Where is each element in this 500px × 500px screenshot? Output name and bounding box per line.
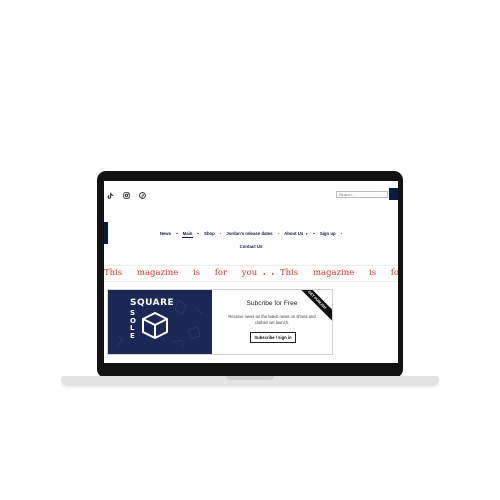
nav-release-dates[interactable]: Jordan's release dates [226, 231, 272, 236]
website-screen: News Main Shop Jordan's release dates Ab… [104, 181, 398, 363]
nav-shop[interactable]: Shop [204, 231, 215, 236]
marquee-separator: ● [263, 270, 266, 276]
box-logo-icon [142, 311, 168, 340]
marquee-banner: This magazine is for you ● ● This magazi… [104, 267, 398, 279]
search-button[interactable] [389, 188, 398, 200]
logo-letter: E [130, 331, 135, 340]
logo-square-text: SQUARE [130, 298, 175, 308]
pinterest-icon[interactable] [138, 191, 146, 199]
laptop-base [61, 376, 439, 386]
divider [104, 281, 398, 282]
subscribe-button[interactable]: Subscribe / sign in [250, 332, 296, 343]
nav-sign-up[interactable]: Sign up [320, 231, 336, 236]
divider [104, 265, 398, 266]
marquee-text-repeat: This magazine is for you [280, 268, 398, 278]
nav-separator [313, 232, 315, 235]
main-navigation: News Main Shop Jordan's release dates Ab… [104, 231, 398, 238]
nav-separator [176, 232, 178, 235]
banner-description: Receive news on the latest news on shoes… [228, 314, 316, 325]
nav-separator [219, 232, 222, 235]
search-input[interactable] [336, 191, 388, 198]
nav-news[interactable]: News [160, 231, 171, 236]
marquee-separator: ● [271, 270, 275, 276]
nav-contact-us[interactable]: Contact Us [240, 244, 263, 249]
chevron-down-icon: ▼ [305, 232, 309, 236]
nav-separator [340, 232, 343, 235]
nav-separator [277, 232, 280, 235]
nav-about-us-label: About Us [284, 231, 304, 236]
marquee-text: This magazine is for you [104, 268, 258, 278]
instagram-icon[interactable] [122, 191, 130, 199]
subscribe-banner: SQUARE S O L E Subcribe for Free Receive… [107, 289, 333, 355]
secondary-navigation: Contact Us [104, 244, 398, 249]
nav-separator [197, 232, 200, 235]
laptop-notch [226, 376, 274, 380]
logo-sole-text: S O L E [130, 309, 136, 340]
tiktok-icon[interactable] [106, 191, 114, 199]
nav-about-us[interactable]: About Us ▼ [284, 231, 308, 236]
square-sole-logo-image: SQUARE S O L E [108, 290, 212, 354]
nav-main[interactable]: Main [181, 231, 194, 238]
